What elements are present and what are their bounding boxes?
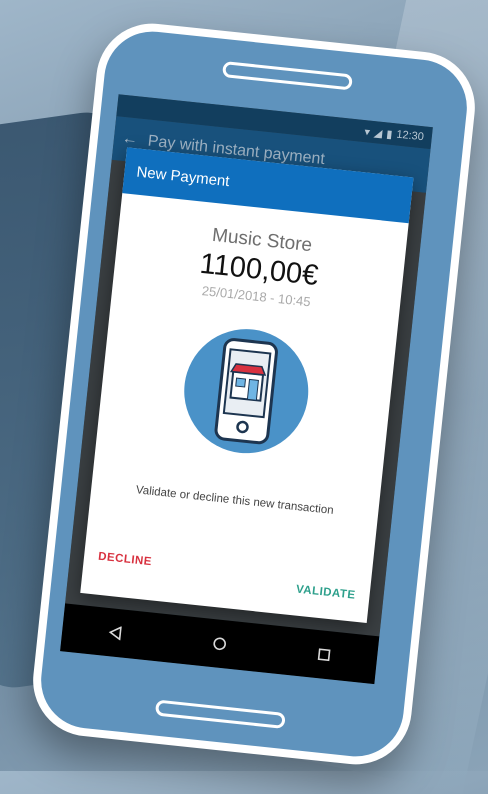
decline-button[interactable]: DECLINE	[98, 551, 153, 569]
dialog-actions: DECLINE VALIDATE	[82, 543, 372, 603]
phone-store-illustration-icon	[184, 329, 309, 454]
dialog-title: New Payment	[135, 163, 231, 190]
phone-home-slot	[154, 699, 286, 729]
home-circle-icon[interactable]	[209, 633, 231, 655]
back-triangle-icon[interactable]	[104, 622, 126, 644]
new-payment-dialog: New Payment Music Store 1100,00€ 25/01/2…	[80, 147, 414, 624]
dialog-message: Validate or decline this new transaction	[135, 484, 335, 517]
back-arrow-icon[interactable]: ←	[121, 130, 139, 150]
wifi-icon: ▾	[363, 125, 371, 139]
recents-square-icon[interactable]	[313, 644, 335, 666]
validate-button[interactable]: VALIDATE	[295, 583, 356, 601]
phone-mockup: ▾ ◢ ▮ 12:30 ← Pay with instant payment N…	[27, 18, 481, 770]
phone-speaker-slot	[221, 61, 353, 91]
status-time: 12:30	[395, 128, 425, 144]
battery-icon: ▮	[385, 127, 393, 141]
signal-icon: ◢	[373, 126, 383, 140]
phone-screen: ▾ ◢ ▮ 12:30 ← Pay with instant payment N…	[60, 94, 433, 685]
